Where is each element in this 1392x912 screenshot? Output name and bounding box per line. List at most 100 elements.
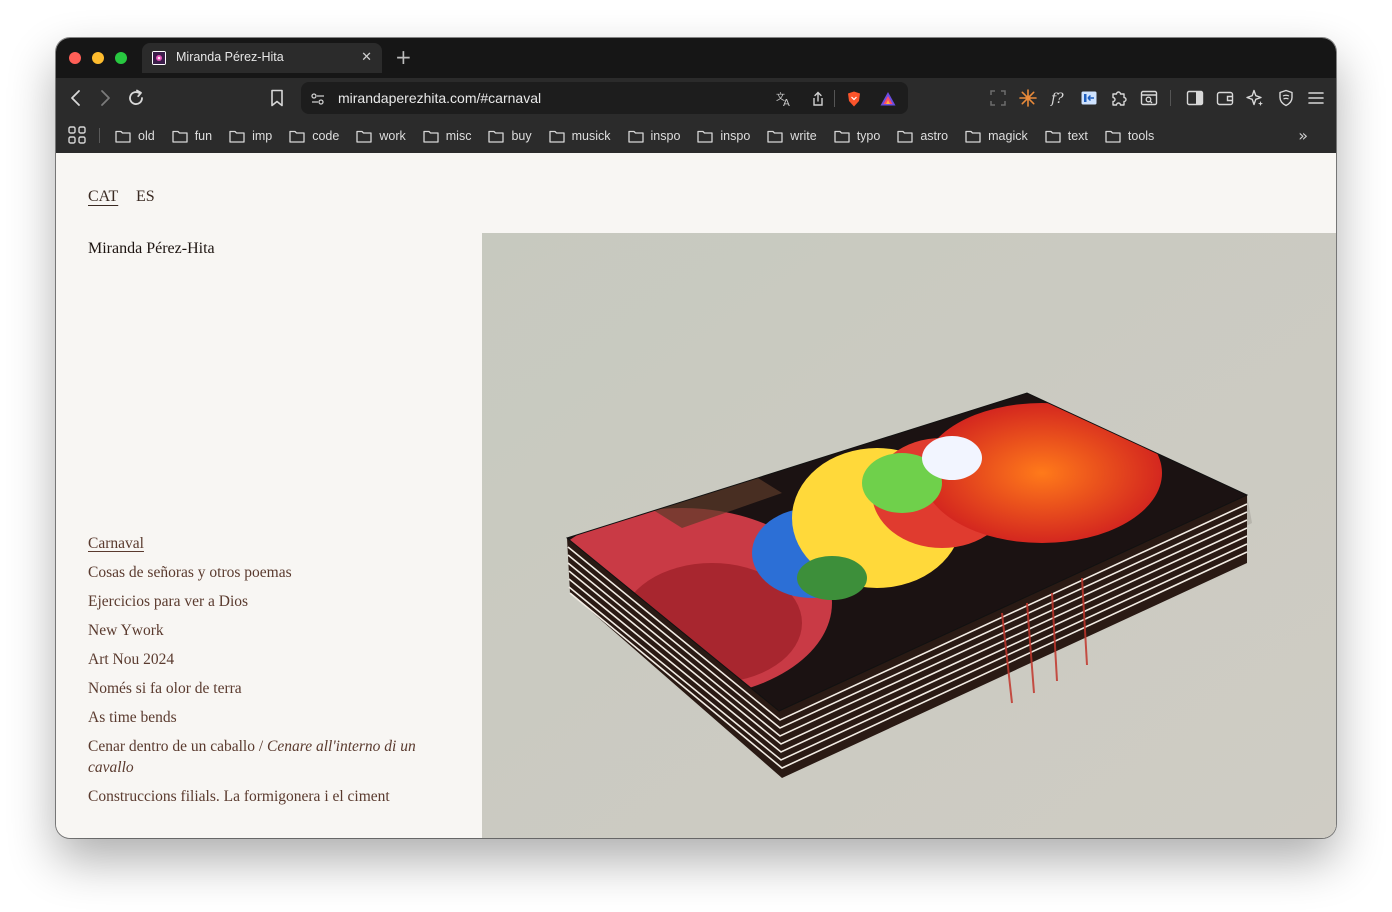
extensions-icon[interactable] [1109,88,1129,108]
project-link[interactable]: Ejercicios para ver a Dios [88,591,448,612]
language-cat-link[interactable]: CAT [88,188,118,205]
svg-text:A: A [783,98,790,108]
tab-search-icon[interactable] [1139,88,1159,108]
site-name-link[interactable]: Miranda Pérez-Hita [88,240,215,258]
font-finder-icon[interactable]: f? [1049,88,1069,108]
project-label: Art Nou 2024 [88,651,175,668]
menu-icon[interactable] [1306,88,1326,108]
bookmark-folder[interactable]: typo [834,129,880,143]
bookmark-label: fun [194,128,213,143]
language-switcher: CAT ES [88,188,155,206]
project-link[interactable]: Carnaval [88,533,448,554]
folder-icon [229,129,245,143]
bookmark-label: tools [1127,128,1155,143]
folder-icon [697,129,714,143]
folder-icon [488,129,505,143]
folder-icon [834,129,850,143]
vpn-shield-icon[interactable] [1276,88,1296,108]
bookmark-folder[interactable]: imp [229,129,272,143]
maximize-window-button[interactable] [115,52,127,64]
divider [834,90,835,107]
project-link[interactable]: Construccions filials. La formigonera i … [88,786,448,807]
leo-ai-icon[interactable] [1245,88,1265,108]
translate-icon[interactable]: 文A [775,90,793,109]
reload-button[interactable] [125,87,147,109]
folder-icon [172,129,188,143]
bookmark-folders: old fun imp code work misc buy musick inspo inspo… [115,118,1154,153]
folder-icon [965,129,981,143]
bookmark-folder[interactable]: old [115,129,155,143]
project-label: Cosas de señoras y otros poemas [88,564,292,581]
close-window-button[interactable] [69,52,81,64]
bookmark-folder[interactable]: text [1045,129,1088,143]
tab-strip: Miranda Pérez-Hita ✕ + [56,38,1336,78]
brave-rewards-icon[interactable] [879,90,897,108]
minimize-window-button[interactable] [92,52,104,64]
project-link[interactable]: As time bends [88,707,448,728]
project-link[interactable]: Cenar dentro de un caballo / Cenare all'… [88,736,448,778]
bookmark-folder[interactable]: inspo [627,128,681,143]
wallet-icon[interactable] [1215,88,1235,108]
bookmark-folder[interactable]: misc [423,129,471,143]
folder-icon [1045,129,1061,143]
project-list: Carnaval Cosas de señoras y otros poemas E… [88,533,448,815]
project-label: New Ywork [88,622,164,639]
project-label: Cenar dentro de un caballo / [88,738,268,755]
more-bookmarks-icon[interactable]: » [1298,126,1308,145]
bookmark-folder[interactable]: inspo [697,129,750,143]
divider [99,128,100,143]
bookmark-folder[interactable]: write [767,128,817,143]
bookmark-folder[interactable]: fun [172,129,212,143]
bookmark-folder[interactable]: code [289,129,339,143]
url-text[interactable]: mirandaperezhita.com/#carnaval [338,90,541,106]
bookmark-label: inspo [650,128,681,143]
bookmark-folder[interactable]: musick [548,128,611,143]
extension-sun-icon[interactable] [1018,88,1038,108]
bookmark-label: musick [571,128,611,143]
new-tab-button[interactable]: + [395,46,412,68]
folder-icon [1105,129,1121,143]
project-link[interactable]: New Ywork [88,620,448,641]
folder-icon [423,129,439,143]
folder-icon [767,129,783,143]
screenshot-icon[interactable] [988,88,1008,108]
bookmark-label: inspo [720,128,751,143]
project-link[interactable]: Cosas de señoras y otros poemas [88,562,448,583]
folder-icon [115,129,131,143]
folder-icon [627,129,644,143]
share-icon[interactable] [809,90,827,108]
divider [1170,90,1171,106]
tab-title: Miranda Pérez-Hita [176,50,284,64]
bookmark-label: write [790,128,817,143]
bookmark-icon[interactable] [266,87,288,109]
bookmarks-bar: old fun imp code work misc buy musick inspo inspo… [56,118,1336,153]
project-label: As time bends [88,709,177,726]
folder-icon [356,129,372,143]
back-button[interactable] [65,87,87,109]
reader-extension-icon[interactable] [1079,88,1099,108]
site-favicon-icon [152,51,166,65]
folder-icon [289,129,305,143]
bookmark-label: imp [252,128,273,143]
close-tab-icon[interactable]: ✕ [361,50,372,66]
bookmark-folder[interactable]: astro [897,129,948,143]
apps-grid-icon[interactable] [67,125,87,149]
project-label: Ejercicios para ver a Dios [88,593,249,610]
bookmark-folder[interactable]: magick [965,129,1028,143]
project-label: Construccions filials. La formigonera i … [88,788,390,805]
language-es-link[interactable]: ES [136,188,155,206]
sidebar-icon[interactable] [1185,88,1205,108]
bookmark-folder[interactable]: work [356,129,406,143]
address-bar[interactable]: mirandaperezhita.com/#carnaval 文A [301,82,908,114]
brave-shields-icon[interactable] [845,90,863,108]
toolbar: mirandaperezhita.com/#carnaval 文A f? [56,78,1336,118]
bookmark-folder[interactable]: tools [1105,129,1154,143]
active-tab[interactable]: Miranda Pérez-Hita ✕ [142,43,382,73]
project-label: Només si fa olor de terra [88,680,242,697]
bookmark-folder[interactable]: buy [488,128,532,143]
bookmark-label: buy [511,128,532,143]
project-link[interactable]: Només si fa olor de terra [88,678,448,699]
site-settings-icon[interactable] [310,91,326,111]
project-link[interactable]: Art Nou 2024 [88,649,448,670]
forward-button[interactable] [94,87,116,109]
